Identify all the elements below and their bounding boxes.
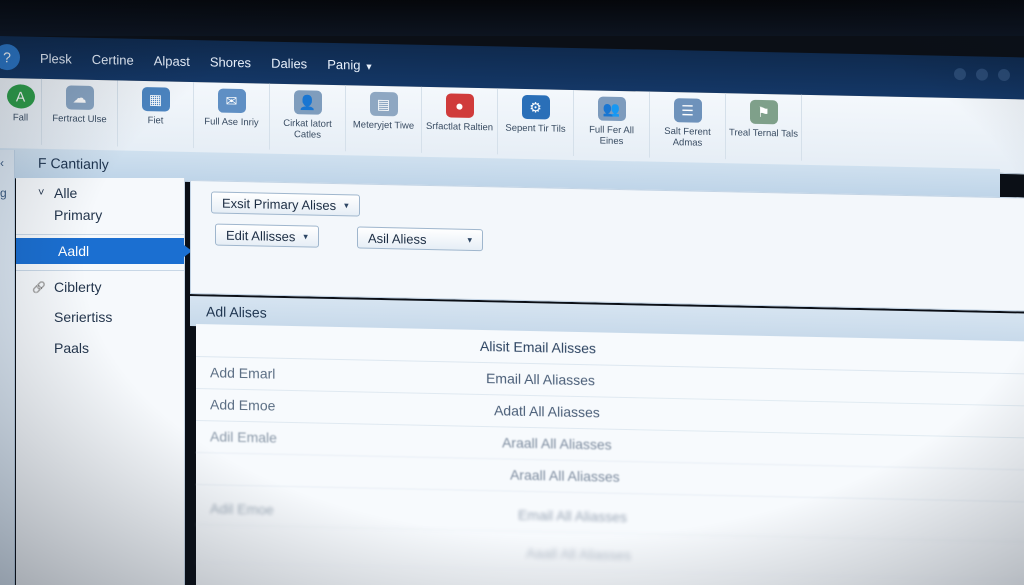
toolbar-button-label: Srfactlat Raltien xyxy=(425,120,494,134)
menu-item-panig[interactable]: Panig ▼ xyxy=(327,56,373,72)
section-title: Adl Alises xyxy=(206,303,267,321)
screen: ? Plesk Certine Alpast Shores Dalies Pan… xyxy=(0,0,1024,585)
toolbar-button-label: Full Fer All Eines xyxy=(589,124,634,148)
app-logo-icon[interactable]: ? xyxy=(0,43,20,71)
toolbar-button[interactable]: A Fall xyxy=(0,78,42,145)
minimize-icon[interactable] xyxy=(954,67,966,81)
sidebar-item-label: Ciblerty xyxy=(54,279,102,295)
red-circle-icon: ● xyxy=(445,93,474,118)
chevron-left-icon[interactable]: ‹ xyxy=(0,156,4,170)
maximize-icon[interactable] xyxy=(976,68,988,81)
toolbar-button[interactable]: 👤 Cirkat latort Catles xyxy=(270,83,346,152)
alias-actions-panel: Exsit Primary Alises ▾ Edit Allisses ▾ Asi… xyxy=(190,180,1024,312)
row-value: Email All Aliasses xyxy=(518,506,627,526)
toolbar-button-label: Treal Ternal Tals xyxy=(729,127,798,140)
edit-aliases-dropdown[interactable]: Edit Allisses ▾ xyxy=(215,223,319,248)
sidebar-item-label: Seriertiss xyxy=(54,309,113,325)
toolbar-button[interactable]: ⚑ Treal Ternal Tals xyxy=(726,93,802,161)
green-badge-icon: A xyxy=(6,84,35,109)
row-value: Aaall All Aliasses xyxy=(526,544,632,564)
g-icon[interactable]: g xyxy=(0,186,7,200)
divider xyxy=(16,270,184,271)
sidebar-item-ciblerty[interactable]: 🔗 Ciblerty xyxy=(16,274,184,300)
add-email-link[interactable]: Add Emoe xyxy=(210,396,275,413)
chevron-down-icon: ▾ xyxy=(303,230,308,241)
row-value: Adatl All Aliasses xyxy=(494,402,600,421)
row-value: Araall All Aliasses xyxy=(502,434,612,453)
toolbar-button[interactable]: ● Srfactlat Raltien xyxy=(422,86,498,155)
sidebar-item-label: Alle xyxy=(54,185,78,201)
close-icon[interactable] xyxy=(998,68,1010,82)
row-value: Email All Aliasses xyxy=(486,370,595,389)
toolbar-button[interactable]: ☁ Fertract Ulse xyxy=(42,78,118,147)
chevron-down-icon: ˅ xyxy=(38,187,45,199)
add-email-link[interactable]: Adil Emoe xyxy=(210,500,274,517)
sidebar-item-label: Paals xyxy=(54,340,90,356)
window-controls xyxy=(954,67,1010,82)
toolbar-button-label: Meteryjet Tiwe xyxy=(352,119,415,132)
document-icon: ▤ xyxy=(369,91,398,117)
divider xyxy=(16,234,184,235)
toolbar-button-label: Fiet xyxy=(147,115,164,127)
sidebar-item-aaldl[interactable]: Aaldl xyxy=(16,238,192,264)
menu-item-shores[interactable]: Shores xyxy=(210,54,251,70)
menu-item-dalies[interactable]: Dalies xyxy=(271,55,307,71)
toolbar-button-label: Full Ase Inriy xyxy=(204,116,259,129)
sidebar-item-paals[interactable]: Paals xyxy=(16,335,184,361)
dropdown-label: Asil Aliess xyxy=(368,230,427,247)
tag-icon: ⚑ xyxy=(749,99,778,125)
toolbar-button[interactable]: ▦ Fiet xyxy=(118,80,194,149)
left-rail: ‹ g xyxy=(0,150,15,585)
sidebar-item-seriertiss[interactable]: Seriertiss xyxy=(16,304,184,330)
add-email-link[interactable]: Add Emarl xyxy=(210,364,275,381)
cloud-icon: ☁ xyxy=(65,85,94,110)
monitor-bezel xyxy=(0,0,1024,36)
toolbar-button-label: Fertract Ulse xyxy=(52,113,107,126)
user-icon: 👤 xyxy=(293,90,322,115)
dropdown-label: Exsit Primary Alises xyxy=(222,195,337,213)
users-icon: 👥 xyxy=(597,96,626,122)
dropdown-label: Edit Allisses xyxy=(226,227,296,244)
sidebar-item-label: Aaldl xyxy=(58,243,90,259)
menu-item-plesk[interactable]: Plesk xyxy=(40,50,72,66)
row-value: Araall All Aliasses xyxy=(510,466,620,485)
menu-item-alpast[interactable]: Alpast xyxy=(154,53,190,69)
mail-icon: ✉ xyxy=(217,88,246,114)
chevron-down-icon: ▾ xyxy=(344,199,349,210)
toolbar-button[interactable]: ⚙ Sepent Tir Tils xyxy=(498,88,574,157)
chevron-down-icon: ▾ xyxy=(467,234,472,245)
column-header: Alisit Email Alisses xyxy=(480,337,596,357)
sidebar-item-label: Primary xyxy=(54,207,103,223)
sidebar-item-primary[interactable]: Primary xyxy=(16,202,184,228)
sidebar: ˅ Alle Primary Aaldl 🔗 Ciblerty Serierti… xyxy=(16,178,192,585)
primary-alias-dropdown[interactable]: Exsit Primary Alises ▾ xyxy=(211,191,360,217)
content-header-title: F Cantianly xyxy=(38,154,109,173)
toolbar-button-label: Sepent Tir Tils xyxy=(505,122,566,135)
toolbar-button-label: Salt Ferent Admas xyxy=(664,125,711,149)
toolbar-button-label: Cirkat latort Catles xyxy=(283,117,332,141)
toolbar-button[interactable]: 👥 Full Fer All Eines xyxy=(574,90,650,158)
alias-list: Alisit Email Alisses Add Emarl Email All… xyxy=(196,324,1024,585)
chevron-down-icon: ▼ xyxy=(364,61,374,72)
add-email-link[interactable]: Adil Emale xyxy=(210,428,277,445)
toolbar-button[interactable]: ☰ Salt Ferent Admas xyxy=(650,91,726,160)
gear-icon: ⚙ xyxy=(521,94,550,120)
link-icon: 🔗 xyxy=(32,281,46,294)
toolbar-button[interactable]: ▤ Meteryjet Tiwe xyxy=(346,85,422,153)
list-icon: ☰ xyxy=(673,98,702,123)
toolbar-button[interactable]: ✉ Full Ase Inriy xyxy=(194,82,270,150)
grid-icon: ▦ xyxy=(141,86,170,112)
menu-item-panig-label: Panig xyxy=(327,56,361,73)
asil-aliases-dropdown[interactable]: Asil Aliess ▾ xyxy=(357,226,483,252)
menu-item-certine[interactable]: Certine xyxy=(92,51,134,67)
